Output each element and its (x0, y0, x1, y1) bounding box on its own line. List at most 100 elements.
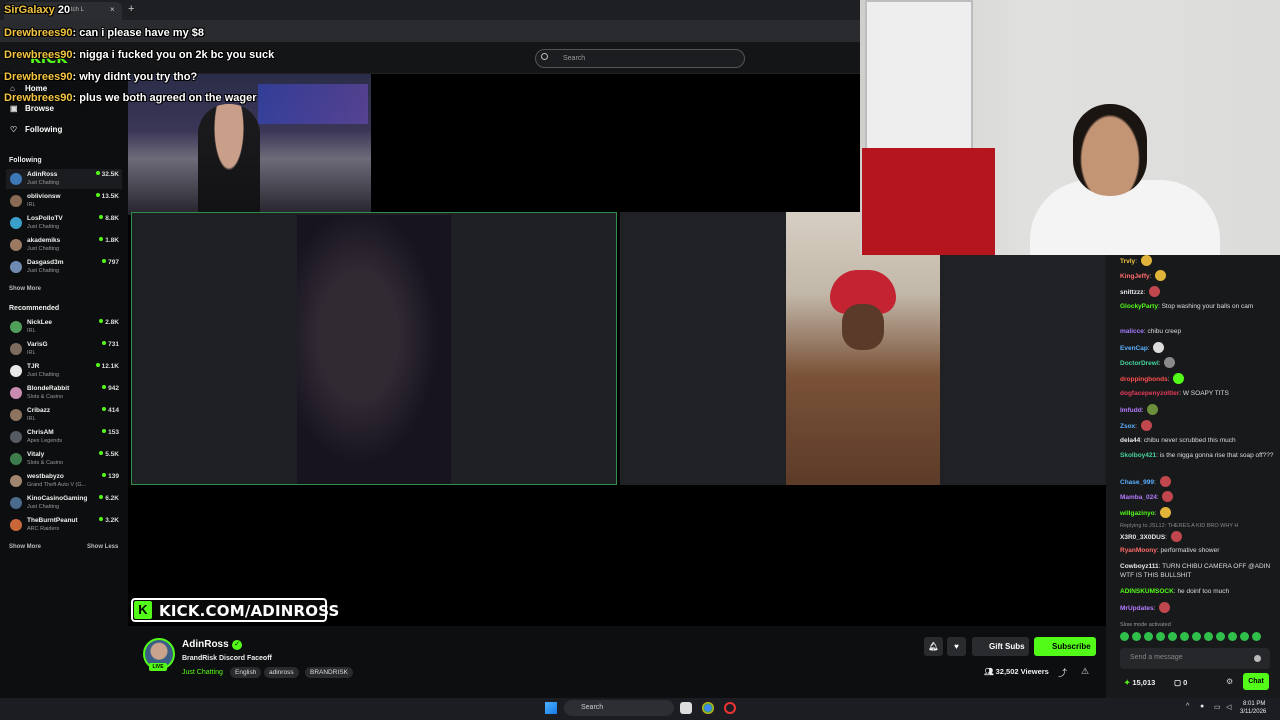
sidebar-channel-item[interactable]: LosPolloTV Just Chatting 8.8K (6, 213, 122, 233)
chat-username[interactable]: Cowboyz111 (1120, 563, 1159, 570)
app-icon[interactable] (724, 702, 736, 714)
emote[interactable] (1216, 632, 1225, 641)
search-input[interactable]: Search (535, 49, 745, 68)
chat-username[interactable]: dogfacepenyzoltler (1120, 390, 1179, 397)
emote[interactable] (1192, 632, 1201, 641)
network-icon[interactable]: ▭ (1214, 703, 1221, 711)
channel-category: Grand Theft Auto V (G... (27, 482, 87, 488)
chat-username[interactable]: ADINSKUMSOCK (1120, 588, 1174, 595)
kicks-balance[interactable]: ▢ 0 (1174, 678, 1187, 687)
emote[interactable] (1168, 632, 1177, 641)
channel-name: akademiks (27, 237, 61, 244)
chat-username[interactable]: DoctorDrewl (1120, 360, 1159, 367)
sidebar-channel-item[interactable]: akademiks Just Chatting 1.8K (6, 235, 122, 255)
sidebar-channel-item[interactable]: westbabyzo Grand Theft Auto V (G... 139 (6, 471, 122, 491)
send-chat-button[interactable]: Chat (1243, 673, 1269, 690)
viewer-count: 8.8K (99, 215, 119, 222)
chat-username[interactable]: MrUpdates (1120, 605, 1154, 612)
notification-bell-button[interactable]: 🔔︎ (924, 637, 943, 656)
tag[interactable]: adinross (264, 667, 299, 678)
task-view-icon[interactable] (680, 702, 692, 714)
follow-button[interactable]: ♥ (947, 637, 966, 656)
chat-username[interactable]: Trvly (1120, 258, 1135, 265)
sidebar-channel-item[interactable]: KinoCasinoGaming Just Chatting 6.2K (6, 493, 122, 513)
channel-category: Just Chatting (27, 246, 60, 252)
chat-username[interactable]: Zsox (1120, 423, 1135, 430)
sidebar-channel-item[interactable]: BlondeRabbit Slots & Casino 942 (6, 383, 122, 403)
emote[interactable] (1240, 632, 1249, 641)
sidebar-channel-item[interactable]: TJR Just Chatting 12.1K (6, 361, 122, 381)
chat-username[interactable]: dela44 (1120, 437, 1140, 444)
chat-username[interactable]: willgazinyo (1120, 510, 1155, 517)
channel-name: westbabyzo (27, 473, 64, 480)
tag[interactable]: BRANDRISK (305, 667, 353, 678)
taskbar-search[interactable]: Search (564, 700, 674, 716)
emote[interactable] (1120, 632, 1129, 641)
chat-username[interactable]: X3R0_3X0DUS (1120, 534, 1165, 541)
nav-following[interactable]: ♡ Following (10, 125, 62, 134)
avatar (10, 453, 22, 465)
clock-date[interactable]: 3/11/2026 (1240, 709, 1266, 715)
tag[interactable]: English (230, 667, 262, 678)
sidebar-channel-item[interactable]: TheBurntPeanut ARC Raiders 3.2K (6, 515, 122, 535)
chat-input[interactable]: Send a message (1120, 648, 1270, 669)
emote[interactable] (1144, 632, 1153, 641)
sidebar-channel-item[interactable]: ChrisAM Apex Legends 153 (6, 427, 122, 447)
chat-message: Mamba_024: (1120, 491, 1274, 502)
report-icon[interactable]: ⚠ (1081, 666, 1089, 677)
emote[interactable] (1180, 632, 1189, 641)
channel-name[interactable]: AdinRoss (182, 639, 229, 650)
chat-message: willgazinyo: (1120, 507, 1274, 518)
gear-icon[interactable]: ⚙ (1226, 677, 1233, 686)
chat-username[interactable]: EvenCap (1120, 345, 1148, 352)
show-less-button[interactable]: Show Less (87, 544, 118, 550)
chat-username[interactable]: RyanMoony (1120, 547, 1157, 554)
gift-subs-button[interactable]: Gift Subs (972, 637, 1029, 656)
channel-name: ChrisAM (27, 429, 54, 436)
chat-username[interactable]: snittzzz (1120, 289, 1143, 296)
chat-username[interactable]: Skolboy421 (1120, 452, 1156, 459)
chat-username[interactable]: malicce (1120, 328, 1144, 335)
tray-chevron-icon[interactable]: ^ (1186, 703, 1189, 710)
emoji-picker-icon[interactable] (1254, 655, 1261, 662)
sidebar-channel-item[interactable]: Dasgasd3m Just Chatting 797 (6, 257, 122, 277)
stream-category[interactable]: Just Chatting (182, 669, 223, 676)
share-icon[interactable]: ⤴ (1058, 666, 1067, 679)
emote[interactable] (1156, 632, 1165, 641)
sidebar: ⌂ Home ▣ Browse ♡ Following Following AdinR… (0, 74, 128, 698)
subscribe-button[interactable]: Subscribe (1034, 637, 1096, 656)
close-tab-icon[interactable]: × (110, 5, 115, 14)
emote-bar[interactable] (1120, 632, 1272, 644)
chat-username[interactable]: Imfudd (1120, 407, 1142, 414)
show-more-recommended[interactable]: Show More (9, 544, 41, 550)
new-tab-button[interactable]: + (128, 3, 134, 15)
avatar (10, 387, 22, 399)
volume-icon[interactable]: ◁ (1226, 703, 1231, 711)
chat-username[interactable]: Chase_999 (1120, 479, 1154, 486)
emote[interactable] (1252, 632, 1261, 641)
channel-points[interactable]: ✦ 15,013 (1124, 678, 1155, 687)
chat-message: Trvly: (1120, 255, 1274, 266)
emote[interactable] (1132, 632, 1141, 641)
avatar (10, 475, 22, 487)
mic-icon[interactable]: ● (1200, 703, 1204, 710)
chat-message: KingJeffy: (1120, 270, 1274, 281)
chat-username[interactable]: Mamba_024 (1120, 494, 1157, 501)
emote[interactable] (1228, 632, 1237, 641)
sidebar-channel-item[interactable]: VarisG IRL 731 (6, 339, 122, 359)
chat-username[interactable]: KingJeffy (1120, 273, 1150, 280)
chat-username[interactable]: droppingbonds (1120, 376, 1168, 383)
emote[interactable] (1204, 632, 1213, 641)
sidebar-channel-item[interactable]: Vitaly Slots & Casino 5.5K (6, 449, 122, 469)
sidebar-channel-item[interactable]: NickLee IRL 2.8K (6, 317, 122, 337)
sidebar-channel-item[interactable]: Cribazz IRL 414 (6, 405, 122, 425)
sidebar-channel-item[interactable]: AdinRoss Just Chatting 32.5K (6, 169, 122, 189)
windows-start-icon[interactable] (545, 702, 557, 714)
sidebar-channel-item[interactable]: oblivionsw IRL 13.5K (6, 191, 122, 211)
clock-time[interactable]: 8:01 PM (1243, 701, 1265, 707)
left-video (297, 215, 451, 484)
chrome-icon[interactable] (702, 702, 714, 714)
chat-username[interactable]: GlockyParty (1120, 303, 1158, 310)
show-more-following[interactable]: Show More (9, 286, 41, 292)
nav-browse[interactable]: ▣ Browse (10, 104, 54, 113)
